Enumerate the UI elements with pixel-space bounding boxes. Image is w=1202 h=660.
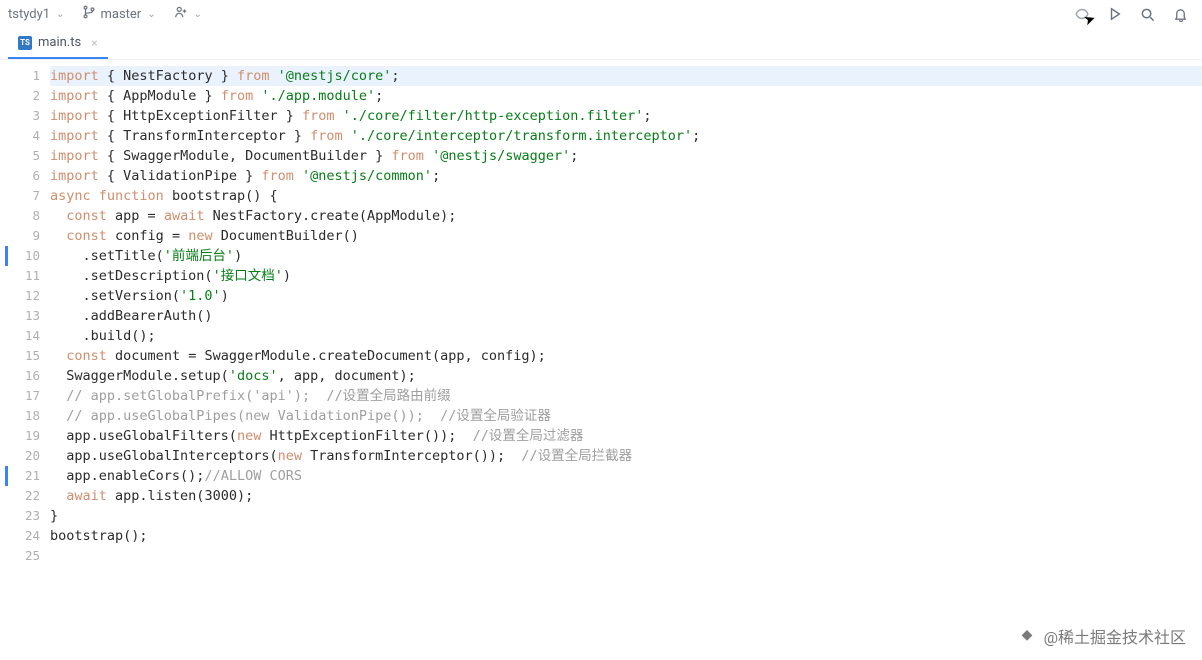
line-number: 4 (0, 126, 40, 146)
code-line[interactable]: app.enableCors();//ALLOW CORS (50, 466, 1202, 486)
line-number: 9 (0, 226, 40, 246)
code-line[interactable]: app.useGlobalFilters(new HttpExceptionFi… (50, 426, 1202, 446)
code-line[interactable]: const app = await NestFactory.create(App… (50, 206, 1202, 226)
chevron-down-icon: ⌄ (194, 9, 202, 20)
line-number: 14 (0, 326, 40, 346)
top-bar-right (1074, 6, 1194, 22)
tab-filename: main.ts (38, 35, 81, 50)
code-line[interactable]: // app.useGlobalPipes(new ValidationPipe… (50, 406, 1202, 426)
branch-icon (82, 5, 96, 23)
line-number: 24 (0, 526, 40, 546)
project-name: tstydy1 (8, 7, 50, 22)
line-number: 15 (0, 346, 40, 366)
line-number: 25 (0, 546, 40, 566)
line-number: 12 (0, 286, 40, 306)
line-number: 3 (0, 106, 40, 126)
line-number: 18 (0, 406, 40, 426)
code-line[interactable]: bootstrap(); (50, 526, 1202, 546)
chevron-down-icon: ⌄ (147, 9, 155, 20)
code-area[interactable]: import { NestFactory } from '@nestjs/cor… (50, 66, 1202, 566)
code-with-me-icon[interactable] (1074, 6, 1090, 22)
line-number: 7 (0, 186, 40, 206)
line-number-gutter: 1234567891011121314151617181920212223242… (0, 66, 50, 566)
top-bar: tstydy1 ⌄ master ⌄ ⌄ (0, 0, 1202, 28)
watermark-text: @稀土掘金技术社区 (1044, 624, 1186, 648)
add-person-icon (174, 5, 188, 23)
line-number: 5 (0, 146, 40, 166)
line-number: 19 (0, 426, 40, 446)
code-line[interactable]: const document = SwaggerModule.createDoc… (50, 346, 1202, 366)
code-line[interactable] (50, 546, 1202, 566)
add-config-selector[interactable]: ⌄ (174, 5, 202, 23)
code-line[interactable]: .build(); (50, 326, 1202, 346)
code-line[interactable]: import { NestFactory } from '@nestjs/cor… (50, 66, 1202, 86)
change-marker (5, 466, 8, 486)
code-line[interactable]: .addBearerAuth() (50, 306, 1202, 326)
line-number: 23 (0, 506, 40, 526)
code-line[interactable]: import { AppModule } from './app.module'… (50, 86, 1202, 106)
code-line[interactable]: SwaggerModule.setup('docs', app, documen… (50, 366, 1202, 386)
close-icon[interactable]: × (91, 36, 97, 50)
code-line[interactable]: .setTitle('前端后台') (50, 246, 1202, 266)
watermark: ◆ @稀土掘金技术社区 (1022, 624, 1186, 648)
code-line[interactable]: await app.listen(3000); (50, 486, 1202, 506)
code-line[interactable]: async function bootstrap() { (50, 186, 1202, 206)
code-line[interactable]: import { ValidationPipe } from '@nestjs/… (50, 166, 1202, 186)
code-line[interactable]: import { TransformInterceptor } from './… (50, 126, 1202, 146)
code-line[interactable]: // app.setGlobalPrefix('api'); //设置全局路由前… (50, 386, 1202, 406)
line-number: 20 (0, 446, 40, 466)
typescript-file-icon: TS (18, 36, 32, 50)
code-editor[interactable]: 1234567891011121314151617181920212223242… (0, 60, 1202, 566)
code-line[interactable]: } (50, 506, 1202, 526)
search-icon[interactable] (1140, 7, 1155, 22)
editor-tabs: TS main.ts × (0, 28, 1202, 60)
line-number: 6 (0, 166, 40, 186)
change-marker (5, 246, 8, 266)
bell-icon[interactable] (1173, 7, 1188, 22)
line-number: 22 (0, 486, 40, 506)
tab-main-ts[interactable]: TS main.ts × (8, 28, 108, 59)
top-bar-left: tstydy1 ⌄ master ⌄ ⌄ (8, 5, 202, 23)
branch-selector[interactable]: master ⌄ (82, 5, 155, 23)
juejin-logo-icon: ◆ (1022, 627, 1040, 645)
code-line[interactable]: .setDescription('接口文档') (50, 266, 1202, 286)
line-number: 11 (0, 266, 40, 286)
branch-name: master (100, 7, 141, 22)
line-number: 17 (0, 386, 40, 406)
line-number: 13 (0, 306, 40, 326)
run-icon[interactable] (1108, 7, 1122, 21)
code-line[interactable]: app.useGlobalInterceptors(new TransformI… (50, 446, 1202, 466)
line-number: 2 (0, 86, 40, 106)
project-selector[interactable]: tstydy1 ⌄ (8, 7, 64, 22)
code-line[interactable]: .setVersion('1.0') (50, 286, 1202, 306)
code-line[interactable]: const config = new DocumentBuilder() (50, 226, 1202, 246)
line-number: 8 (0, 206, 40, 226)
code-line[interactable]: import { HttpExceptionFilter } from './c… (50, 106, 1202, 126)
code-line[interactable]: import { SwaggerModule, DocumentBuilder … (50, 146, 1202, 166)
line-number: 16 (0, 366, 40, 386)
chevron-down-icon: ⌄ (56, 9, 64, 20)
line-number: 1 (0, 66, 40, 86)
